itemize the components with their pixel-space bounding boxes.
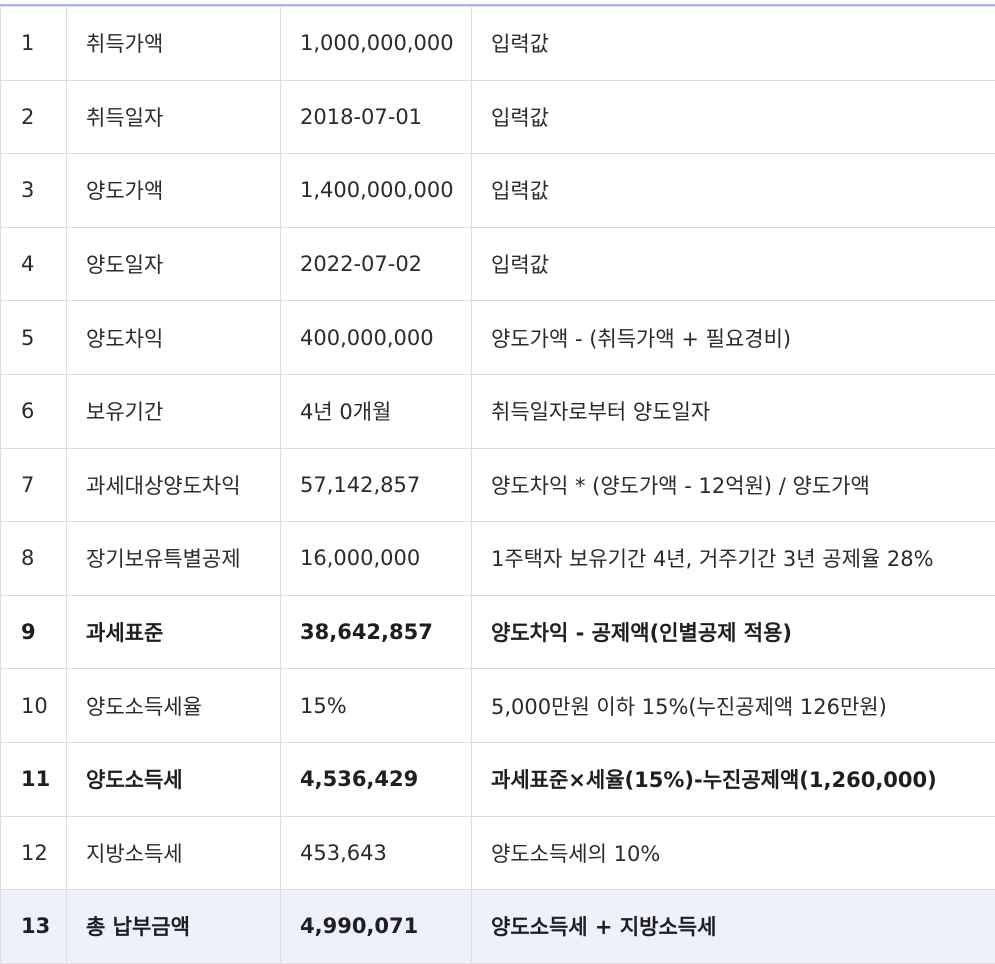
amount-cell: 4,536,429 bbox=[281, 742, 472, 816]
amount-cell: 38,642,857 bbox=[281, 595, 472, 669]
amount-cell: 15% bbox=[281, 669, 472, 743]
item-name-cell: 취득일자 bbox=[67, 80, 281, 154]
table-row: 10양도소득세율15%5,000만원 이하 15%(누진공제액 126만원) bbox=[1, 669, 995, 743]
table-row: 3양도가액1,400,000,000입력값 bbox=[1, 154, 995, 228]
item-name-cell: 총 납부금액 bbox=[67, 890, 281, 964]
item-name-cell: 과세대상양도차익 bbox=[67, 448, 281, 522]
note-cell: 양도소득세의 10% bbox=[472, 816, 995, 890]
row-number-cell: 7 bbox=[1, 448, 67, 522]
note-cell: 양도소득세 + 지방소득세 bbox=[472, 890, 995, 964]
row-number-cell: 6 bbox=[1, 374, 67, 448]
tax-calculation-table: 1취득가액1,000,000,000입력값2취득일자2018-07-01입력값3… bbox=[0, 6, 995, 964]
amount-cell: 2022-07-02 bbox=[281, 227, 472, 301]
row-number-cell: 12 bbox=[1, 816, 67, 890]
amount-cell: 57,142,857 bbox=[281, 448, 472, 522]
table-row: 5양도차익400,000,000양도가액 - (취득가액 + 필요경비) bbox=[1, 301, 995, 375]
row-number-cell: 1 bbox=[1, 7, 67, 81]
row-number-cell: 13 bbox=[1, 890, 67, 964]
table-row: 6보유기간4년 0개월취득일자로부터 양도일자 bbox=[1, 374, 995, 448]
note-cell: 양도가액 - (취득가액 + 필요경비) bbox=[472, 301, 995, 375]
table-row: 4양도일자2022-07-02입력값 bbox=[1, 227, 995, 301]
note-cell: 양도차익 - 공제액(인별공제 적용) bbox=[472, 595, 995, 669]
table-row: 1취득가액1,000,000,000입력값 bbox=[1, 7, 995, 81]
note-cell: 1주택자 보유기간 4년, 거주기간 3년 공제율 28% bbox=[472, 522, 995, 596]
row-number-cell: 11 bbox=[1, 742, 67, 816]
row-number-cell: 10 bbox=[1, 669, 67, 743]
note-cell: 취득일자로부터 양도일자 bbox=[472, 374, 995, 448]
table-row: 12지방소득세453,643양도소득세의 10% bbox=[1, 816, 995, 890]
table-body: 1취득가액1,000,000,000입력값2취득일자2018-07-01입력값3… bbox=[1, 7, 995, 964]
table-row: 8장기보유특별공제16,000,0001주택자 보유기간 4년, 거주기간 3년… bbox=[1, 522, 995, 596]
amount-cell: 1,400,000,000 bbox=[281, 154, 472, 228]
table-row: 9과세표준38,642,857양도차익 - 공제액(인별공제 적용) bbox=[1, 595, 995, 669]
amount-cell: 16,000,000 bbox=[281, 522, 472, 596]
amount-cell: 4년 0개월 bbox=[281, 374, 472, 448]
row-number-cell: 2 bbox=[1, 80, 67, 154]
note-cell: 입력값 bbox=[472, 227, 995, 301]
item-name-cell: 양도소득세율 bbox=[67, 669, 281, 743]
amount-cell: 2018-07-01 bbox=[281, 80, 472, 154]
item-name-cell: 과세표준 bbox=[67, 595, 281, 669]
item-name-cell: 취득가액 bbox=[67, 7, 281, 81]
item-name-cell: 지방소득세 bbox=[67, 816, 281, 890]
amount-cell: 453,643 bbox=[281, 816, 472, 890]
note-cell: 5,000만원 이하 15%(누진공제액 126만원) bbox=[472, 669, 995, 743]
note-cell: 입력값 bbox=[472, 80, 995, 154]
amount-cell: 4,990,071 bbox=[281, 890, 472, 964]
note-cell: 입력값 bbox=[472, 7, 995, 81]
row-number-cell: 4 bbox=[1, 227, 67, 301]
row-number-cell: 5 bbox=[1, 301, 67, 375]
item-name-cell: 양도가액 bbox=[67, 154, 281, 228]
item-name-cell: 장기보유특별공제 bbox=[67, 522, 281, 596]
amount-cell: 1,000,000,000 bbox=[281, 7, 472, 81]
table-row: 13총 납부금액4,990,071양도소득세 + 지방소득세 bbox=[1, 890, 995, 964]
item-name-cell: 양도차익 bbox=[67, 301, 281, 375]
note-cell: 양도차익 * (양도가액 - 12억원) / 양도가액 bbox=[472, 448, 995, 522]
note-cell: 과세표준×세율(15%)-누진공제액(1,260,000) bbox=[472, 742, 995, 816]
item-name-cell: 보유기간 bbox=[67, 374, 281, 448]
row-number-cell: 3 bbox=[1, 154, 67, 228]
table-row: 11양도소득세4,536,429과세표준×세율(15%)-누진공제액(1,260… bbox=[1, 742, 995, 816]
item-name-cell: 양도일자 bbox=[67, 227, 281, 301]
amount-cell: 400,000,000 bbox=[281, 301, 472, 375]
table-row: 7과세대상양도차익57,142,857양도차익 * (양도가액 - 12억원) … bbox=[1, 448, 995, 522]
item-name-cell: 양도소득세 bbox=[67, 742, 281, 816]
table-row: 2취득일자2018-07-01입력값 bbox=[1, 80, 995, 154]
row-number-cell: 8 bbox=[1, 522, 67, 596]
note-cell: 입력값 bbox=[472, 154, 995, 228]
row-number-cell: 9 bbox=[1, 595, 67, 669]
